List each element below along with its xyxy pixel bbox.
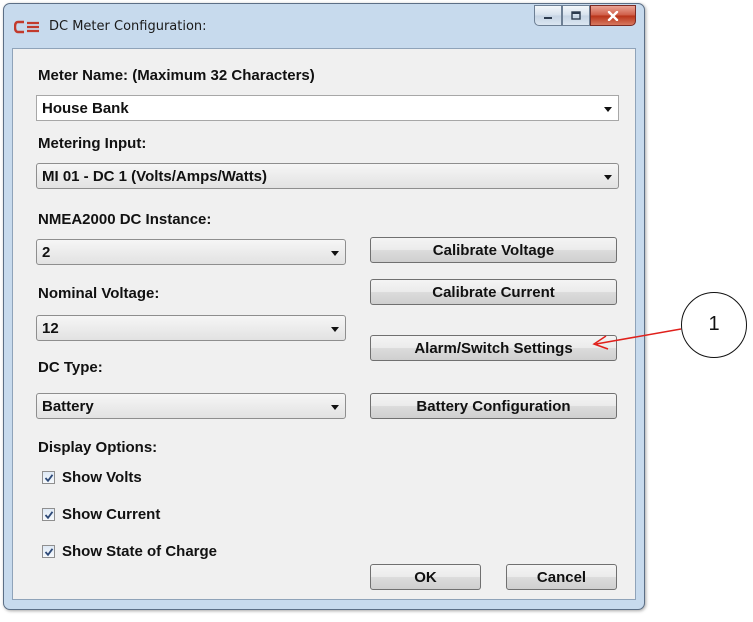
chevron-down-icon[interactable] [604,107,612,112]
close-button[interactable] [590,5,636,26]
nominal-voltage-label: Nominal Voltage: [38,285,160,302]
nmea-instance-select[interactable]: 2 [36,239,346,265]
meter-name-label: Meter Name: (Maximum 32 Characters) [38,67,315,84]
show-volts-checkbox[interactable] [42,471,55,484]
meter-name-combobox[interactable]: House Bank [36,95,619,121]
dc-type-value: Battery [42,398,94,415]
show-soc-label: Show State of Charge [62,543,218,560]
show-current-checkbox-row[interactable]: Show Current [42,506,160,523]
nominal-voltage-value: 12 [42,320,59,337]
dialog-body: Meter Name: (Maximum 32 Characters) Hous… [12,48,636,600]
checkmark-icon [44,548,54,557]
metering-input-select[interactable]: MI 01 - DC 1 (Volts/Amps/Watts) [36,163,619,189]
window-title: DC Meter Configuration: [49,19,207,34]
meter-name-value: House Bank [42,100,129,117]
cancel-button[interactable]: Cancel [506,564,617,590]
maximize-button[interactable] [562,5,590,26]
show-soc-checkbox-row[interactable]: Show State of Charge [42,543,217,560]
calibrate-voltage-button[interactable]: Calibrate Voltage [370,237,617,263]
checkmark-icon [44,474,54,483]
show-volts-label: Show Volts [62,469,142,486]
dialog-window: DC Meter Configuration: Meter Name: (Max… [3,3,645,610]
metering-input-label: Metering Input: [38,135,147,152]
callout-circle: 1 [681,292,747,358]
maximize-icon [571,11,581,20]
caption-buttons [534,5,636,26]
minimize-button[interactable] [534,5,562,26]
show-current-label: Show Current [62,506,161,523]
battery-configuration-button[interactable]: Battery Configuration [370,393,617,419]
app-logo-icon [14,20,39,34]
dc-type-label: DC Type: [38,359,103,376]
dc-type-select[interactable]: Battery [36,393,346,419]
minimize-icon [544,16,552,19]
chevron-down-icon[interactable] [331,405,339,410]
show-current-checkbox[interactable] [42,508,55,521]
chevron-down-icon[interactable] [604,175,612,180]
nominal-voltage-select[interactable]: 12 [36,315,346,341]
show-volts-checkbox-row[interactable]: Show Volts [42,469,142,486]
metering-input-value: MI 01 - DC 1 (Volts/Amps/Watts) [42,168,268,185]
chevron-down-icon[interactable] [331,327,339,332]
checkmark-icon [44,511,54,520]
close-icon [607,10,619,21]
chevron-down-icon[interactable] [331,251,339,256]
ok-button[interactable]: OK [370,564,481,590]
calibrate-current-button[interactable]: Calibrate Current [370,279,617,305]
display-options-label: Display Options: [38,439,158,456]
callout-number: 1 [708,313,720,335]
title-bar[interactable]: DC Meter Configuration: [4,4,644,48]
alarm-switch-settings-button[interactable]: Alarm/Switch Settings [370,335,617,361]
nmea-instance-value: 2 [42,244,51,261]
nmea-instance-label: NMEA2000 DC Instance: [38,211,212,228]
show-soc-checkbox[interactable] [42,545,55,558]
